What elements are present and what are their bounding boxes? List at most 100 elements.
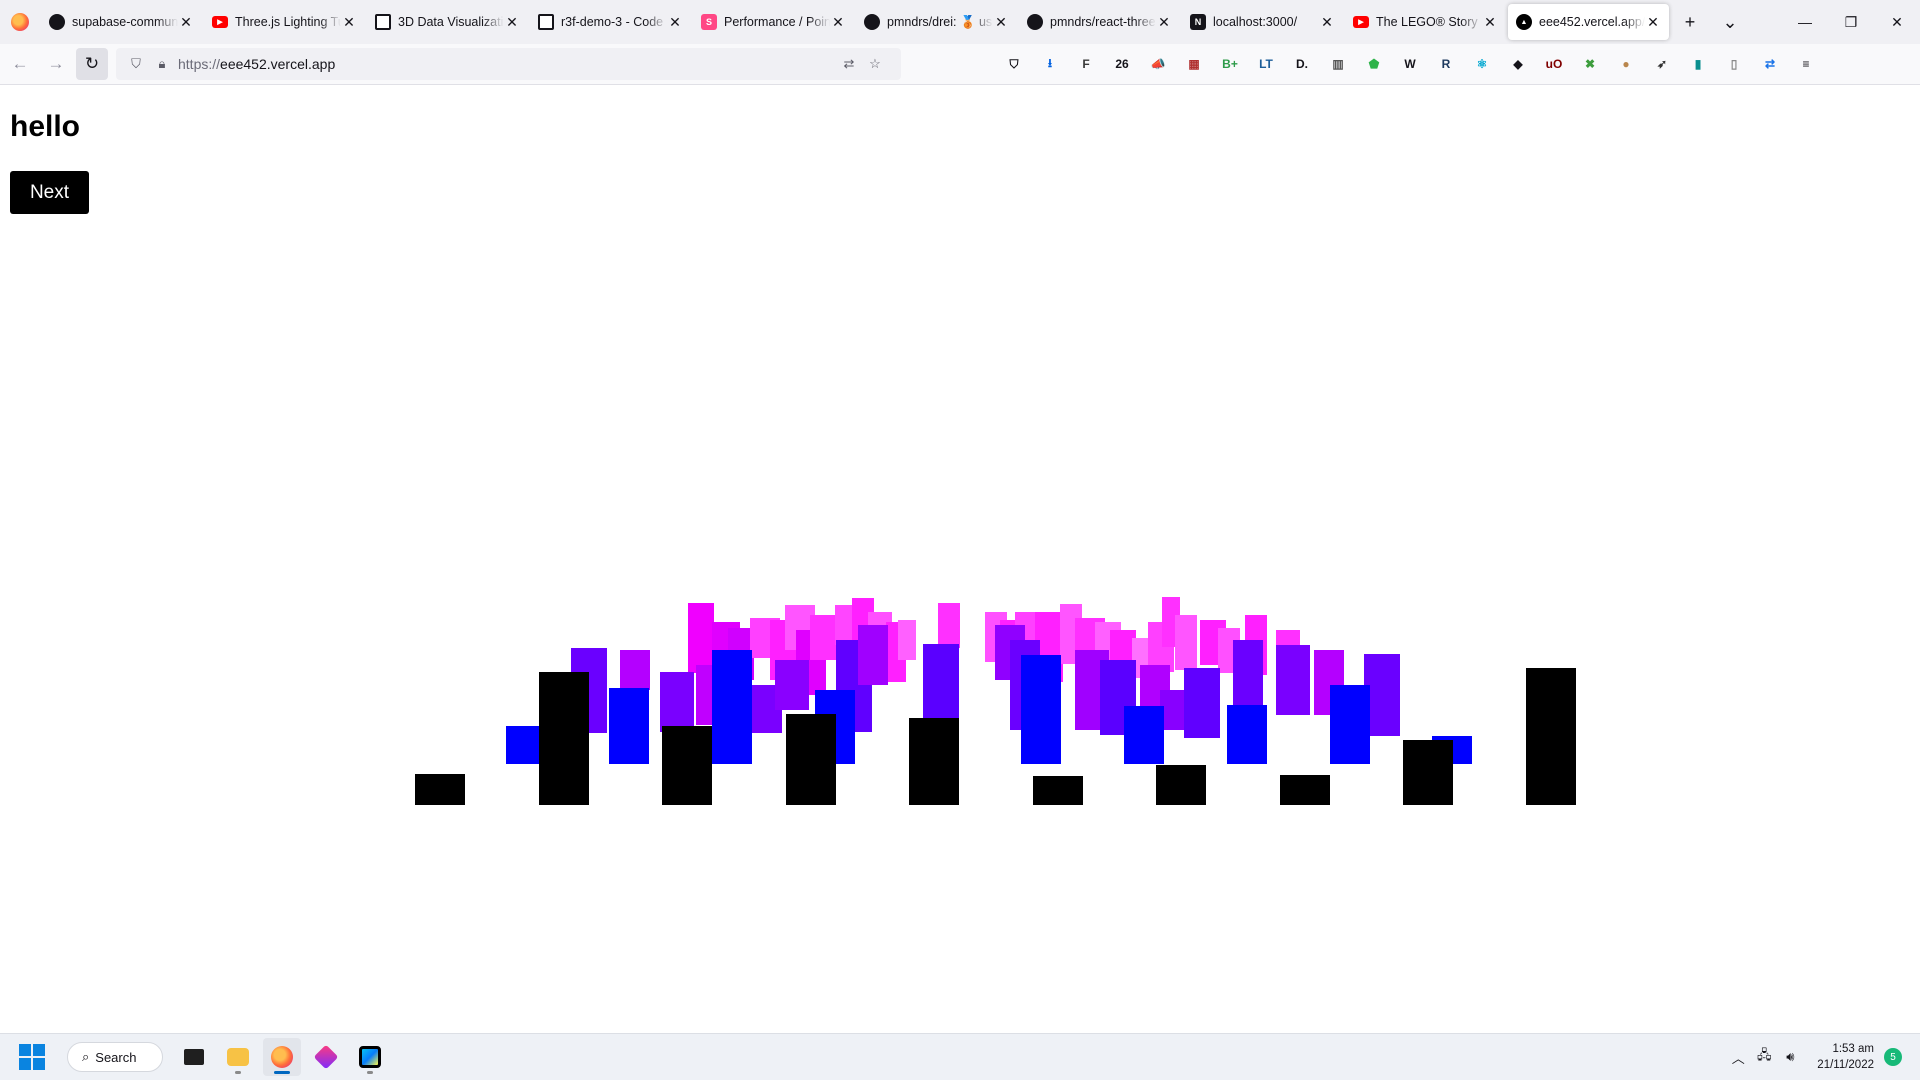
page-title: hello xyxy=(10,110,81,143)
network-icon[interactable]: 🖧 xyxy=(1753,1046,1775,1068)
system-clock[interactable]: 1:53 am 21/11/2022 xyxy=(1817,1041,1874,1073)
codesandbox-icon xyxy=(375,14,391,30)
close-tab-icon[interactable]: ✕ xyxy=(504,14,520,30)
browser-tab[interactable]: ▶ The LEGO® Story - ✕ xyxy=(1345,4,1506,40)
new-tab-button[interactable]: + xyxy=(1670,0,1710,44)
webstorm-icon[interactable] xyxy=(351,1038,389,1076)
scene-bar xyxy=(712,650,752,764)
close-tab-icon[interactable]: ✕ xyxy=(1645,14,1661,30)
tracking-shield-icon[interactable]: ⛉ xyxy=(126,54,146,74)
browser-tab[interactable]: r3f-demo-3 - Code ✕ xyxy=(530,4,691,40)
browser-tab[interactable]: ▶ Three.js Lighting Tu ✕ xyxy=(204,4,365,40)
restore-icon[interactable]: ❐ xyxy=(1828,0,1874,44)
taskbar: ⌕ Search ︿ 🖧 🔊︎ 1:53 am 21/11/2022 5 xyxy=(0,1033,1920,1080)
scene-bar xyxy=(810,615,838,660)
browser-tab[interactable]: pmndrs/react-three ✕ xyxy=(1019,4,1180,40)
tab-title: 3D Data Visualizatio xyxy=(398,15,504,29)
windows-start-icon[interactable] xyxy=(19,1044,45,1070)
url-bar[interactable]: ⛉ 🔒︎ https://eee452.vercel.app ⇄ ☆ xyxy=(116,48,901,80)
download-icon[interactable]: ⭳ xyxy=(1037,51,1063,77)
scene-bar xyxy=(898,620,916,660)
url-host: eee452.vercel.app xyxy=(220,56,336,72)
ext-reader-icon[interactable]: ▯ xyxy=(1721,51,1747,77)
ext-ublock-icon[interactable]: uO xyxy=(1541,51,1567,77)
notification-badge[interactable]: 5 xyxy=(1884,1048,1902,1066)
file-explorer-icon[interactable] xyxy=(219,1038,257,1076)
scene-bar xyxy=(1033,776,1083,805)
ext-megaphone-icon[interactable]: 📣 xyxy=(1145,51,1171,77)
scene-bar xyxy=(923,644,959,730)
scene-bar xyxy=(620,650,650,690)
close-tab-icon[interactable]: ✕ xyxy=(667,14,683,30)
scene-bar xyxy=(909,718,959,805)
close-tab-icon[interactable]: ✕ xyxy=(1156,14,1172,30)
lock-icon[interactable]: 🔒︎ xyxy=(152,54,172,74)
menu-icon[interactable]: ≡ xyxy=(1793,51,1819,77)
scene-bar xyxy=(660,672,694,732)
ext-tools-icon[interactable]: ✖ xyxy=(1577,51,1603,77)
ext-r-icon[interactable]: R xyxy=(1433,51,1459,77)
browser-tab[interactable]: ▲ eee452.vercel.app/✕ xyxy=(1508,4,1669,40)
browser-tab[interactable]: 3D Data Visualizatio ✕ xyxy=(367,4,528,40)
volume-icon[interactable]: 🔊︎ xyxy=(1779,1046,1801,1068)
back-button[interactable]: ← xyxy=(4,48,36,80)
page-content: hello Next xyxy=(0,85,1920,1033)
next-button[interactable]: Next xyxy=(10,171,89,214)
close-tab-icon[interactable]: ✕ xyxy=(178,14,194,30)
scene-bar xyxy=(1280,775,1330,805)
tab-title: pmndrs/react-three xyxy=(1050,15,1156,29)
url-text[interactable]: https://eee452.vercel.app xyxy=(178,56,839,72)
search-label: Search xyxy=(95,1049,137,1065)
ext-f-icon[interactable]: F xyxy=(1073,51,1099,77)
list-all-tabs-button[interactable]: ⌄ xyxy=(1710,0,1750,44)
forward-button[interactable]: → xyxy=(40,48,72,80)
ext-translate-icon[interactable]: ⇄ xyxy=(1757,51,1783,77)
ext-book-icon[interactable]: ▮ xyxy=(1685,51,1711,77)
firefox-taskbar-icon[interactable] xyxy=(263,1038,301,1076)
close-tab-icon[interactable]: ✕ xyxy=(341,14,357,30)
firefox-view-icon[interactable] xyxy=(0,0,40,44)
close-tab-icon[interactable]: ✕ xyxy=(1319,14,1335,30)
translate-page-icon[interactable]: ⇄ xyxy=(839,54,859,74)
ext-feather-icon[interactable]: ➶ xyxy=(1649,51,1675,77)
ext-d-icon[interactable]: D. xyxy=(1289,51,1315,77)
browser-tab[interactable]: Nlocalhost:3000/ ✕ xyxy=(1182,4,1343,40)
scene-bar xyxy=(609,688,649,764)
chevron-up-icon[interactable]: ︿ xyxy=(1727,1046,1749,1068)
ext-cat-icon[interactable]: ◆ xyxy=(1505,51,1531,77)
scene-bar xyxy=(786,714,836,805)
ext-b-plus-icon[interactable]: B+ xyxy=(1217,51,1243,77)
scene-bar xyxy=(539,672,589,805)
arrow-right-icon: → xyxy=(47,54,65,73)
tab-title: localhost:3000/ xyxy=(1213,15,1298,29)
bar-scene-canvas[interactable] xyxy=(0,85,1920,1033)
ext-bars-icon[interactable]: ▥ xyxy=(1325,51,1351,77)
reload-button[interactable]: ↻ xyxy=(76,48,108,80)
scene-bar xyxy=(775,660,809,710)
task-view-icon[interactable] xyxy=(175,1038,213,1076)
ext-w-icon[interactable]: W xyxy=(1397,51,1423,77)
browser-tab[interactable]: pmndrs/drei: 🥉 us ✕ xyxy=(856,4,1017,40)
ext-lt-icon[interactable]: LT xyxy=(1253,51,1279,77)
ext-cookie-icon[interactable]: ● xyxy=(1613,51,1639,77)
storybook-icon: S xyxy=(701,14,717,30)
close-window-icon[interactable]: ✕ xyxy=(1874,0,1920,44)
close-tab-icon[interactable]: ✕ xyxy=(1482,14,1498,30)
ext-26-badge[interactable]: 26 xyxy=(1109,51,1135,77)
browser-tab[interactable]: S Performance / Point ✕ xyxy=(693,4,854,40)
close-tab-icon[interactable]: ✕ xyxy=(993,14,1009,30)
minimize-icon[interactable]: — xyxy=(1782,0,1828,44)
ext-react-icon[interactable]: ⚛ xyxy=(1469,51,1495,77)
scene-bar xyxy=(1403,740,1453,805)
bookmark-star-icon[interactable]: ☆ xyxy=(865,54,885,74)
ext-shield-icon[interactable]: ⬟ xyxy=(1361,51,1387,77)
pocket-icon[interactable]: ⛉ xyxy=(1001,51,1027,77)
extension-toolbar: ⛉ ⭳ F 26 📣 ▦ B+ LT D. ▥ ⬟ W R ⚛ ◆ uO ✖ ● ➶ ▮ ▯ ⇄ ≡ xyxy=(1001,51,1819,77)
reload-icon: ↻ xyxy=(84,54,100,73)
ext-calendar-icon[interactable]: ▦ xyxy=(1181,51,1207,77)
browser-tab[interactable]: supabase-commun ✕ xyxy=(41,4,202,40)
scene-bar xyxy=(1175,615,1197,670)
taskbar-search[interactable]: ⌕ Search xyxy=(67,1042,163,1072)
cube-app-icon[interactable] xyxy=(307,1038,345,1076)
close-tab-icon[interactable]: ✕ xyxy=(830,14,846,30)
